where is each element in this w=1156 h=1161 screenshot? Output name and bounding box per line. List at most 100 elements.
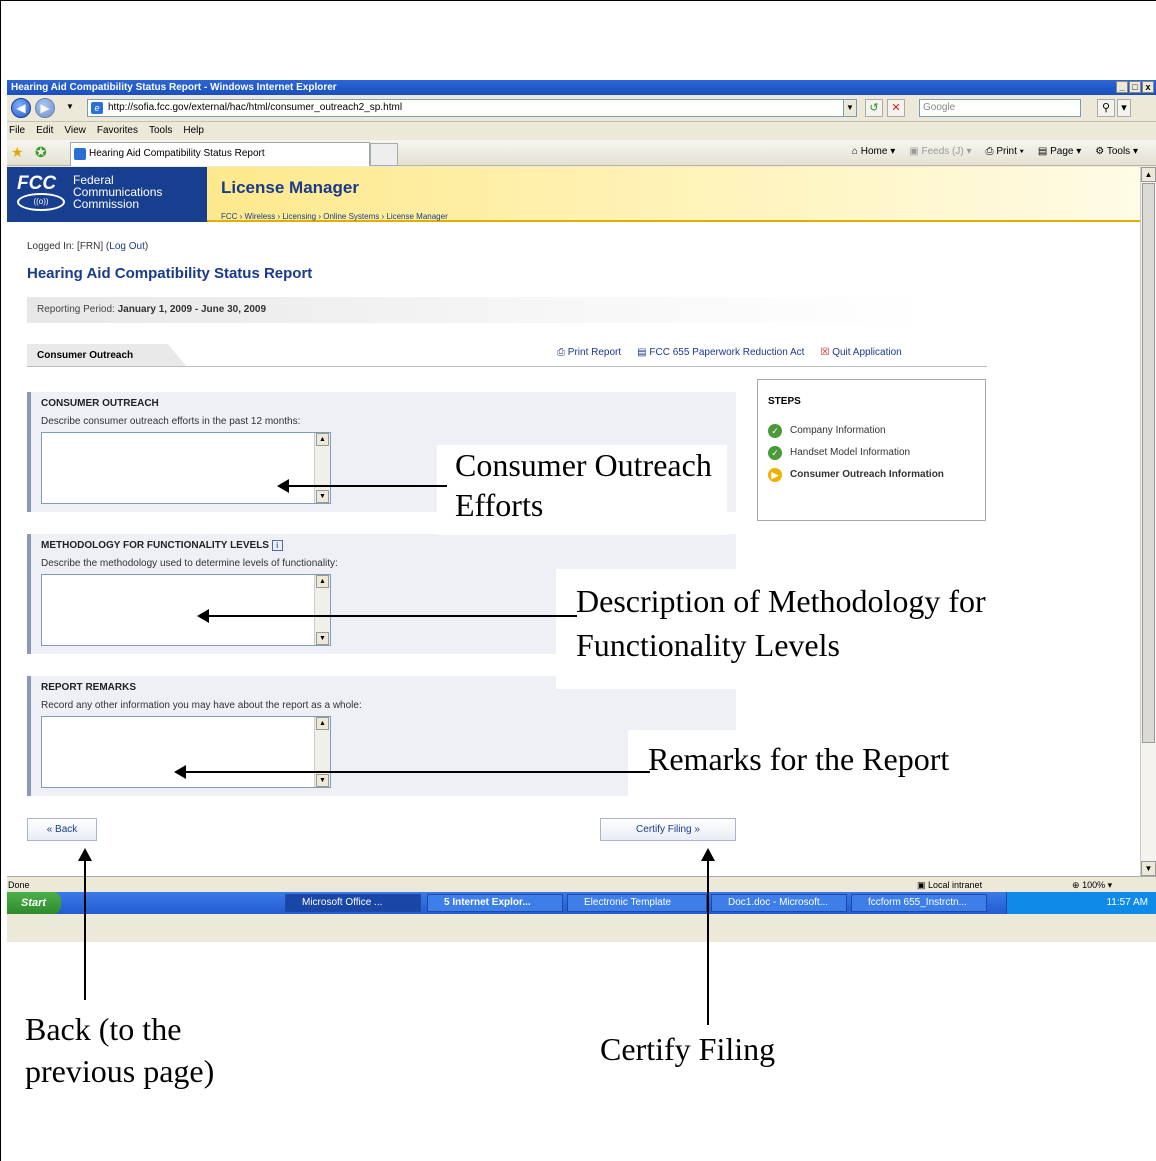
history-dropdown-icon[interactable]: ▼ bbox=[63, 99, 77, 117]
zoom-icon: ⊕ bbox=[1072, 880, 1080, 890]
back-button[interactable]: « Back bbox=[27, 818, 97, 841]
scroll-down-icon[interactable]: ▼ bbox=[316, 632, 329, 645]
taskbar-item-office[interactable]: Microsoft Office ... bbox=[285, 894, 421, 912]
ie-page-icon: e bbox=[91, 102, 103, 114]
step-handset-model[interactable]: ✓ Handset Model Information bbox=[768, 445, 910, 461]
step-label: Consumer Outreach Information bbox=[790, 469, 944, 480]
breadcrumb[interactable]: FCC › Wireless › Licensing › Online Syst… bbox=[221, 212, 448, 221]
scroll-up-icon[interactable]: ▲ bbox=[1141, 167, 1156, 182]
taskbar: Start Microsoft Office ... 5 Internet Ex… bbox=[7, 892, 1156, 914]
add-favorite-icon[interactable]: ✪ bbox=[35, 144, 47, 161]
security-zone[interactable]: ▣ Local intranet bbox=[917, 877, 982, 893]
report-remarks-textarea[interactable]: ▲ ▼ bbox=[41, 716, 331, 788]
annotation-arrow-back bbox=[78, 848, 92, 1000]
info-icon[interactable]: i bbox=[271, 540, 283, 551]
print-label: Print bbox=[996, 146, 1017, 157]
methodology-textarea[interactable]: ▲ ▼ bbox=[41, 574, 331, 646]
current-step-icon: ▶ bbox=[768, 468, 782, 482]
site-header: FCC ((o)) Federal Communications Commiss… bbox=[7, 167, 1140, 222]
logout-link[interactable]: Log Out bbox=[109, 241, 145, 252]
quit-icon: ☒ bbox=[820, 347, 830, 358]
menu-tools[interactable]: Tools bbox=[149, 123, 172, 139]
check-icon: ✓ bbox=[768, 424, 782, 438]
close-button[interactable]: x bbox=[1142, 81, 1154, 93]
browser-tab-label: Hearing Aid Compatibility Status Report bbox=[89, 148, 265, 159]
panel-description: Record any other information you may hav… bbox=[41, 700, 362, 711]
search-input[interactable]: Google bbox=[919, 99, 1081, 117]
scroll-up-icon[interactable]: ▲ bbox=[316, 575, 329, 588]
panel-description: Describe the methodology used to determi… bbox=[41, 558, 338, 569]
address-input[interactable]: e http://sofia.fcc.gov/external/hac/html… bbox=[87, 99, 857, 117]
step-company-information[interactable]: ✓ Company Information bbox=[768, 423, 886, 439]
textarea-scrollbar[interactable]: ▲ ▼ bbox=[314, 575, 330, 645]
paperwork-link[interactable]: ▤ FCC 655 Paperwork Reduction Act bbox=[637, 347, 804, 358]
tools-label: Tools bbox=[1106, 146, 1131, 157]
status-text: Done bbox=[8, 880, 30, 890]
org-line-3: Commission bbox=[73, 197, 140, 211]
new-tab-button[interactable] bbox=[370, 143, 398, 166]
feeds-button[interactable]: ▣ Feeds (J) ▾ bbox=[909, 146, 971, 157]
print-button[interactable]: ⎙ Print ▾ bbox=[986, 146, 1024, 157]
taskbar-item-doc1[interactable]: Doc1.doc - Microsoft... bbox=[711, 894, 847, 912]
menu-file[interactable]: File bbox=[9, 123, 25, 139]
ie-tab-icon bbox=[74, 148, 86, 160]
back-nav-icon[interactable]: ◀ bbox=[11, 98, 31, 118]
quit-link[interactable]: ☒ Quit Application bbox=[820, 347, 901, 358]
scroll-down-icon[interactable]: ▼ bbox=[1141, 861, 1156, 876]
period-value: January 1, 2009 - June 30, 2009 bbox=[117, 304, 267, 315]
tab-consumer-outreach[interactable]: Consumer Outreach bbox=[27, 344, 187, 367]
check-icon: ✓ bbox=[768, 446, 782, 460]
address-dropdown-icon[interactable]: ▼ bbox=[843, 99, 857, 117]
zoom-control[interactable]: ⊕ 100% ▾ bbox=[1072, 877, 1112, 893]
period-label: Reporting Period: bbox=[37, 304, 115, 315]
page-label: Page bbox=[1050, 146, 1074, 157]
minimize-button[interactable]: _ bbox=[1116, 81, 1128, 93]
search-icon[interactable]: ⚲ bbox=[1097, 99, 1115, 117]
favorites-star-icon[interactable]: ★ bbox=[11, 144, 24, 161]
print-report-link[interactable]: ⎙ Print Report bbox=[557, 347, 621, 358]
page-button[interactable]: ▤ Page ▾ bbox=[1038, 146, 1081, 157]
maximize-button[interactable]: □ bbox=[1129, 81, 1141, 93]
browser-tab[interactable]: Hearing Aid Compatibility Status Report bbox=[70, 142, 370, 166]
logged-in-text: Logged In: [FRN] ( bbox=[27, 241, 110, 252]
logged-in-suffix: ) bbox=[144, 241, 149, 252]
scroll-down-icon[interactable]: ▼ bbox=[316, 490, 329, 503]
scroll-thumb[interactable] bbox=[1142, 183, 1155, 743]
feeds-label: Feeds (J) bbox=[921, 146, 964, 157]
status-bar: Done ▣ Local intranet ⊕ 100% ▾ bbox=[7, 876, 1156, 892]
step-label: Company Information bbox=[790, 425, 886, 436]
refresh-icon[interactable]: ↺ bbox=[865, 99, 883, 117]
scroll-up-icon[interactable]: ▲ bbox=[316, 717, 329, 730]
consumer-outreach-textarea[interactable]: ▲ ▼ bbox=[41, 432, 331, 504]
annotation-arrow-methodology bbox=[197, 609, 577, 623]
home-button[interactable]: ⌂ Home ▾ bbox=[852, 146, 895, 157]
annotation-outreach: Consumer Outreach Efforts bbox=[437, 445, 727, 535]
taskbar-item-ie[interactable]: 5 Internet Explor... bbox=[427, 894, 563, 912]
paperwork-label: FCC 655 Paperwork Reduction Act bbox=[649, 347, 805, 358]
annotation-arrow-remarks bbox=[174, 765, 650, 779]
textarea-scrollbar[interactable]: ▲ ▼ bbox=[314, 717, 330, 787]
fcc-logo[interactable]: FCC ((o)) Federal Communications Commiss… bbox=[7, 167, 207, 222]
menu-favorites[interactable]: Favorites bbox=[97, 123, 138, 139]
scroll-up-icon[interactable]: ▲ bbox=[316, 433, 329, 446]
fcc-logo-text: FCC bbox=[17, 173, 57, 194]
annotation-remarks: Remarks for the Report bbox=[628, 730, 1008, 798]
menu-edit[interactable]: Edit bbox=[36, 123, 53, 139]
search-options-icon[interactable]: ▾ bbox=[1117, 99, 1131, 117]
tools-button[interactable]: ⚙ Tools ▾ bbox=[1095, 146, 1138, 157]
start-button[interactable]: Start bbox=[7, 892, 61, 914]
methodology-heading: METHODOLOGY FOR FUNCTIONALITY LEVELS bbox=[41, 540, 269, 552]
stop-icon[interactable]: ✕ bbox=[887, 99, 905, 117]
taskbar-item-fccform[interactable]: fccform 655_Instrctn... bbox=[851, 894, 987, 912]
document-icon: ▤ bbox=[637, 347, 647, 358]
taskbar-item-template[interactable]: Electronic Template bbox=[567, 894, 707, 912]
zoom-label: 100% bbox=[1082, 880, 1106, 890]
menu-help[interactable]: Help bbox=[183, 123, 204, 139]
menu-view[interactable]: View bbox=[64, 123, 86, 139]
scroll-down-icon[interactable]: ▼ bbox=[316, 774, 329, 787]
page-scrollbar[interactable]: ▲ ▼ bbox=[1140, 167, 1156, 876]
annotation-arrow-certify bbox=[701, 848, 715, 1025]
textarea-scrollbar[interactable]: ▲ ▼ bbox=[314, 433, 330, 503]
certify-filing-button[interactable]: Certify Filing » bbox=[600, 818, 736, 841]
forward-nav-icon[interactable]: ▶ bbox=[35, 98, 55, 118]
